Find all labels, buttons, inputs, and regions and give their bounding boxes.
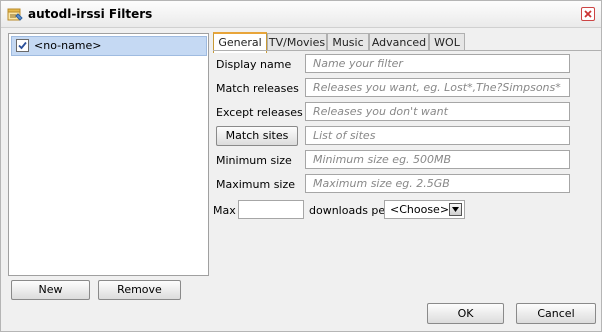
max-label: Max [213,204,236,217]
ok-button[interactable]: OK [427,303,504,324]
filter-enabled-checkbox[interactable] [16,39,29,52]
match-sites-button[interactable]: Match sites [216,126,298,146]
tab-music[interactable]: Music [327,33,369,51]
except-releases-label: Except releases [216,106,303,119]
downloads-per-label: downloads per [309,204,390,217]
tab-wol[interactable]: WOL [429,33,465,51]
minimum-size-input[interactable]: Minimum size eg. 500MB [305,150,570,169]
except-releases-input[interactable]: Releases you don't want [305,102,570,121]
close-icon[interactable] [581,7,595,21]
match-releases-input[interactable]: Releases you want, eg. Lost*,The?Simpson… [305,78,570,97]
filter-list-item[interactable]: <no-name> [11,36,207,56]
filter-list[interactable]: <no-name> [8,33,209,276]
title-bar: autodl-irssi Filters [1,1,601,28]
new-filter-button[interactable]: New [11,280,90,300]
chevron-down-icon[interactable] [449,203,462,216]
tab-tv-movies[interactable]: TV/Movies [267,33,327,51]
match-sites-input[interactable]: List of sites [305,126,570,145]
minimum-size-label: Minimum size [216,154,292,167]
tab-advanced[interactable]: Advanced [369,33,429,51]
display-name-input[interactable]: Name your filter [305,54,570,73]
maximum-size-label: Maximum size [216,178,296,191]
maximum-size-input[interactable]: Maximum size eg. 2.5GB [305,174,570,193]
window-title: autodl-irssi Filters [28,7,153,21]
downloads-per-value: <Choose> [390,203,450,216]
app-icon [7,6,23,22]
filters-dialog: autodl-irssi Filters <no-name> New Remov… [0,0,602,332]
display-name-label: Display name [216,58,292,71]
cancel-button[interactable]: Cancel [516,303,596,324]
max-downloads-input[interactable] [238,200,304,219]
downloads-per-select[interactable]: <Choose> [384,200,465,219]
remove-filter-button[interactable]: Remove [98,280,181,300]
tab-divider [213,50,601,51]
filter-name-label: <no-name> [34,39,102,52]
match-releases-label: Match releases [216,82,299,95]
